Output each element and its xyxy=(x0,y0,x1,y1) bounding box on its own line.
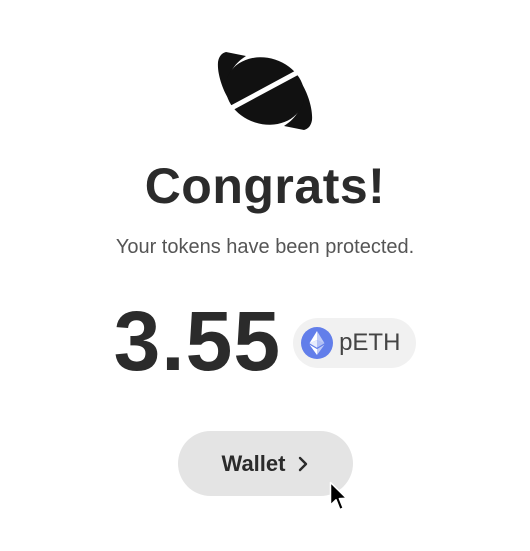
success-screen: Congrats! Your tokens have been protecte… xyxy=(0,0,530,551)
mouse-pointer-icon xyxy=(329,481,348,511)
wallet-button[interactable]: Wallet xyxy=(178,431,353,496)
chevron-right-icon xyxy=(299,456,308,471)
token-symbol: pETH xyxy=(339,329,401,356)
token-amount: 3.55 xyxy=(113,294,282,388)
balance-display: 3.55 pETH xyxy=(0,298,530,384)
ethereum-icon xyxy=(301,327,334,359)
success-message: Your tokens have been protected. xyxy=(115,236,415,258)
page-title: Congrats! xyxy=(144,158,386,214)
wrapped-candy-logo-icon xyxy=(217,52,313,130)
token-badge: pETH xyxy=(293,318,417,368)
wallet-button-label: Wallet xyxy=(221,450,286,476)
